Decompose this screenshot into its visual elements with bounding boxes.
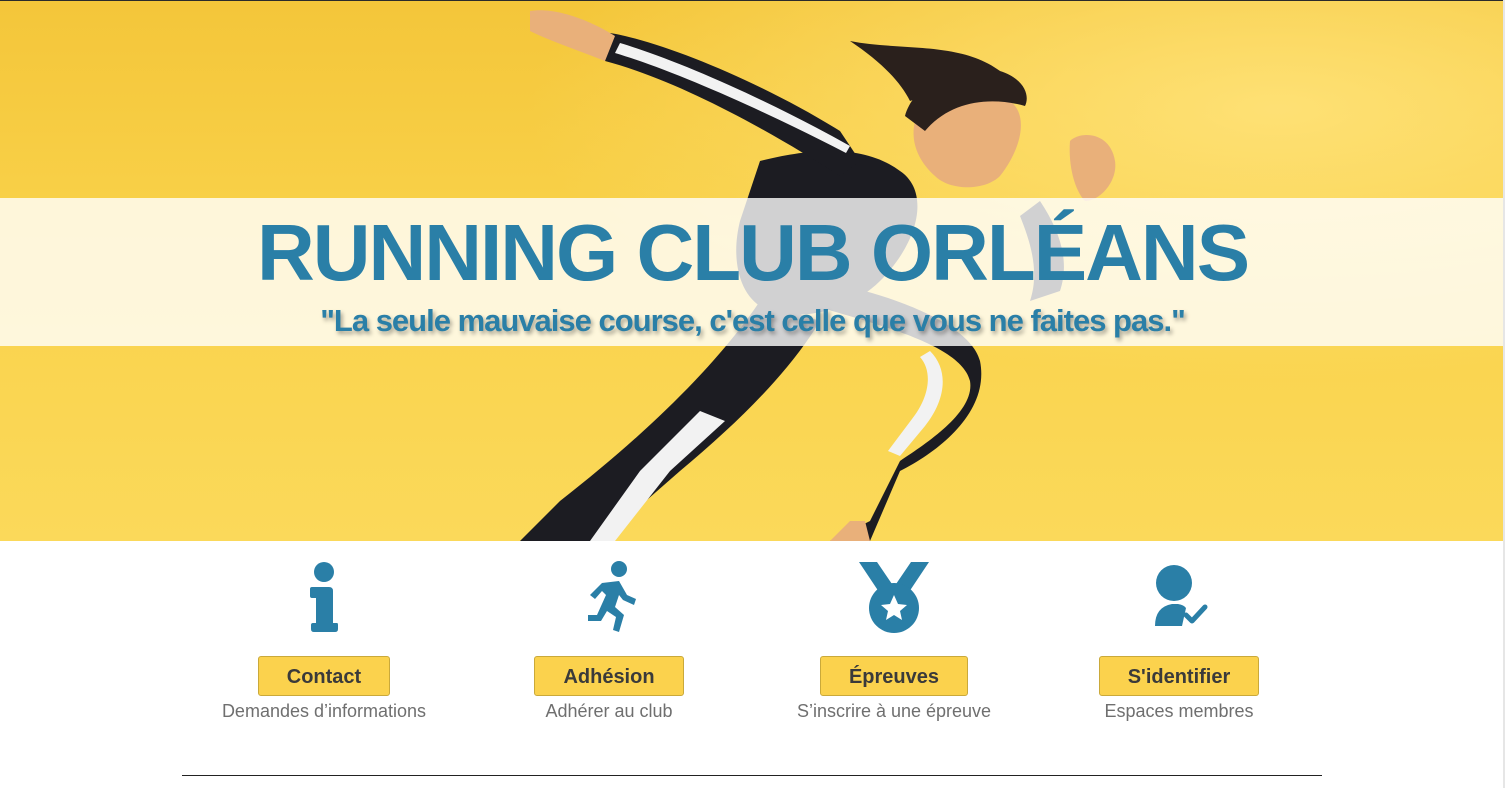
identifier-button[interactable]: S'identifier — [1098, 656, 1260, 696]
feature-adhesion: Adhésion Adhérer au club — [479, 555, 739, 722]
section-divider — [182, 775, 1322, 776]
epreuves-button[interactable]: Épreuves — [819, 656, 969, 696]
user-check-icon — [1155, 565, 1208, 626]
contact-button[interactable]: Contact — [257, 656, 391, 696]
adhesion-subtitle: Adhérer au club — [545, 701, 673, 721]
feature-identifier: S'identifier Espaces membres — [1049, 555, 1309, 722]
adhesion-button[interactable]: Adhésion — [534, 656, 684, 696]
page: RUNNING CLUB ORLÉANS "La seule mauvaise … — [0, 0, 1505, 788]
running-person-icon — [588, 561, 636, 632]
identifier-subtitle: Espaces membres — [1104, 701, 1254, 721]
feature-contact: Contact Demandes d’informations — [194, 555, 454, 722]
info-icon — [310, 562, 338, 632]
feature-epreuves: Épreuves S’inscrire à une épreuve — [764, 555, 1024, 722]
site-title: RUNNING CLUB ORLÉANS — [256, 208, 1250, 297]
contact-subtitle: Demandes d’informations — [221, 701, 427, 721]
medal-icon — [859, 562, 929, 633]
hero-banner: RUNNING CLUB ORLÉANS "La seule mauvaise … — [0, 1, 1503, 541]
site-tagline: "La seule mauvaise course, c'est celle q… — [320, 303, 1186, 338]
epreuves-subtitle: S’inscrire à une épreuve — [796, 701, 992, 721]
